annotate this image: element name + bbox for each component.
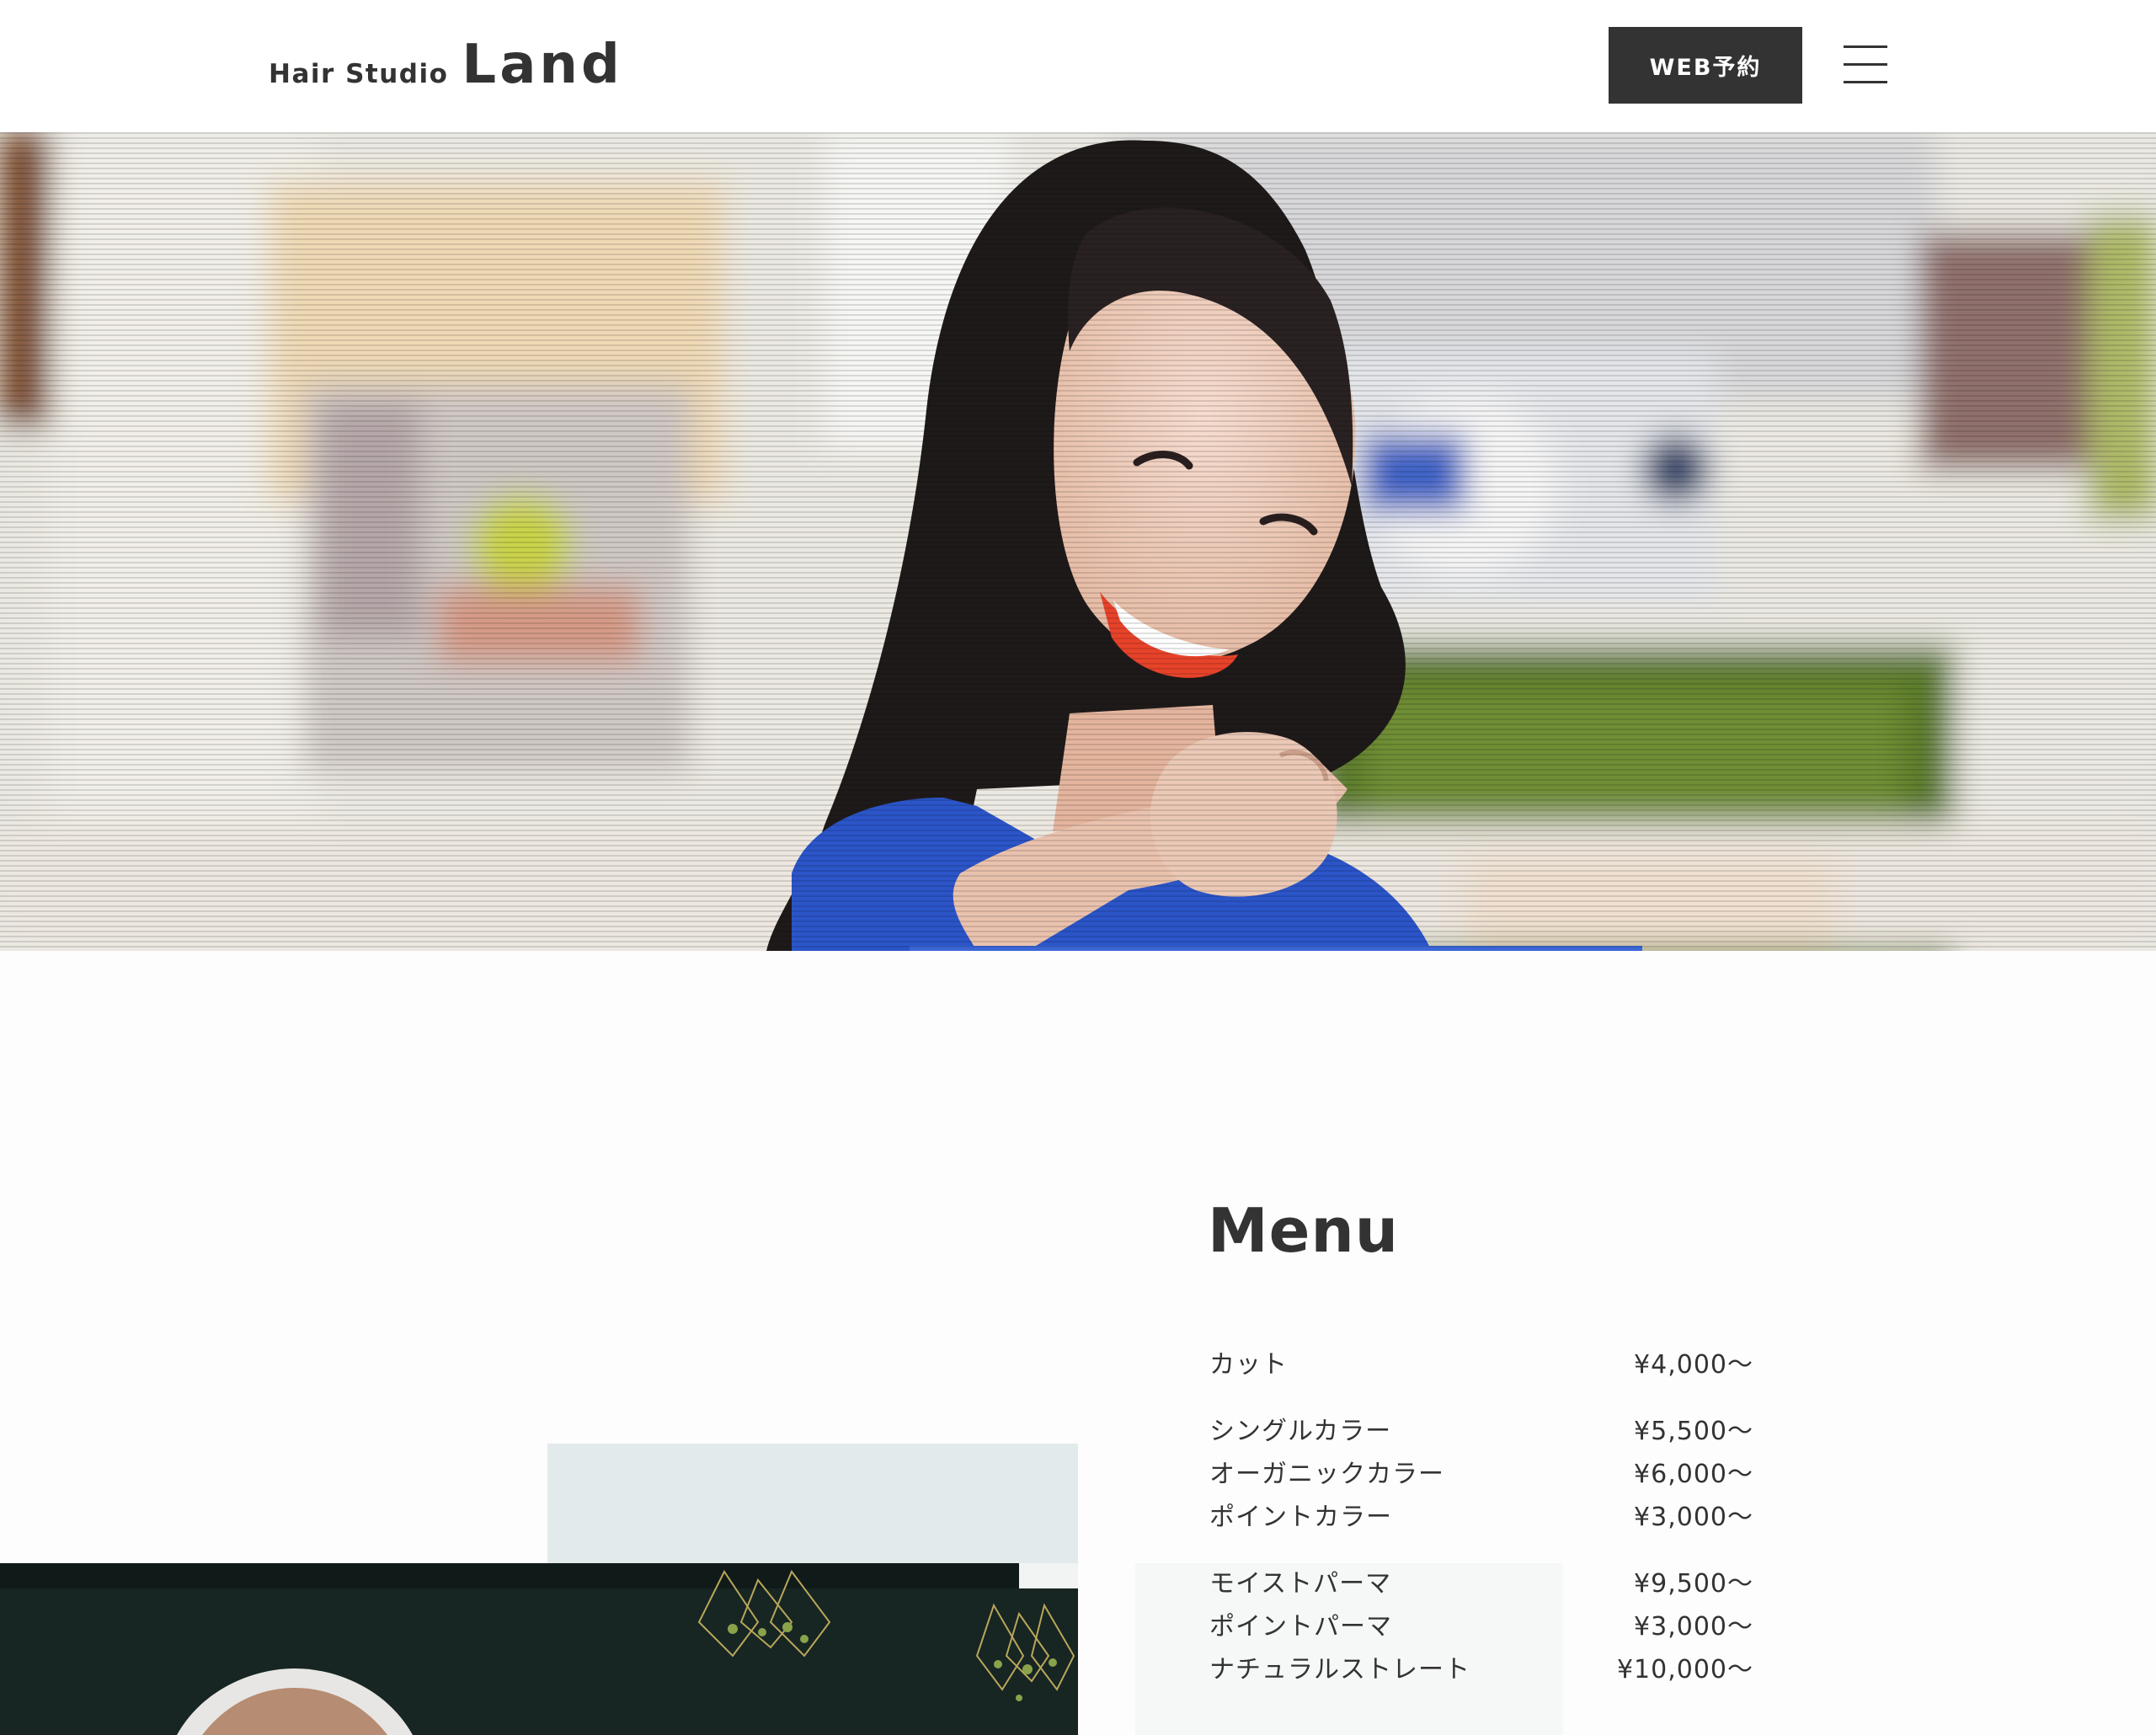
menu-section: Menu カット ¥4,000〜 シングルカラー ¥5,500〜 オーガニックカ…	[0, 951, 2156, 1735]
site-logo[interactable]: Hair Studio Land	[269, 32, 623, 98]
menu-item-name: ポイントパーマ	[1209, 1612, 1392, 1642]
menu-item-price: ¥4,000〜	[1634, 1350, 1753, 1380]
menu-item: ポイントカラー ¥3,000〜	[1209, 1496, 1753, 1539]
salon-interior-image	[0, 1563, 1078, 1735]
menu-item-price: ¥5,500〜	[1634, 1417, 1753, 1446]
hamburger-menu-icon[interactable]	[1844, 45, 1887, 84]
menu-item-price: ¥6,000〜	[1634, 1460, 1753, 1489]
menu-item-price: ¥3,000〜	[1634, 1503, 1753, 1532]
menu-item-name: モイストパーマ	[1209, 1569, 1392, 1599]
hamburger-line	[1844, 63, 1887, 66]
hero-photo	[0, 132, 2156, 951]
menu-item: カット ¥4,000〜	[1209, 1343, 1753, 1386]
salon-photo	[0, 1563, 1078, 1735]
hamburger-line	[1844, 81, 1887, 83]
menu-item: ポイントパーマ ¥3,000〜	[1209, 1605, 1753, 1648]
menu-item-name: オーガニックカラー	[1209, 1460, 1444, 1489]
menu-item-name: ポイントカラー	[1209, 1503, 1392, 1532]
menu-item: モイストパーマ ¥9,500〜	[1209, 1562, 1753, 1605]
menu-item-price: ¥3,000〜	[1634, 1612, 1753, 1642]
hamburger-line	[1844, 45, 1887, 48]
menu-price-list: カット ¥4,000〜 シングルカラー ¥5,500〜 オーガニックカラー ¥6…	[1209, 1343, 1753, 1691]
logo-big-text: Land	[462, 34, 623, 96]
menu-heading: Menu	[1208, 1195, 1399, 1266]
logo-small-text: Hair Studio	[269, 59, 449, 89]
menu-item-name: カット	[1209, 1350, 1288, 1380]
site-header: Hair Studio Land WEB予約	[0, 0, 2156, 132]
menu-item-price: ¥9,500〜	[1634, 1569, 1753, 1599]
menu-item-name: シングルカラー	[1209, 1417, 1392, 1446]
menu-item-name: ナチュラルストレート	[1209, 1655, 1470, 1684]
menu-item: オーガニックカラー ¥6,000〜	[1209, 1453, 1753, 1496]
web-reserve-button[interactable]: WEB予約	[1609, 27, 1802, 104]
menu-item: シングルカラー ¥5,500〜	[1209, 1410, 1753, 1453]
menu-item-price: ¥10,000〜	[1616, 1655, 1753, 1684]
menu-item: ナチュラルストレート ¥10,000〜	[1209, 1648, 1753, 1691]
hero-image	[0, 132, 2156, 951]
